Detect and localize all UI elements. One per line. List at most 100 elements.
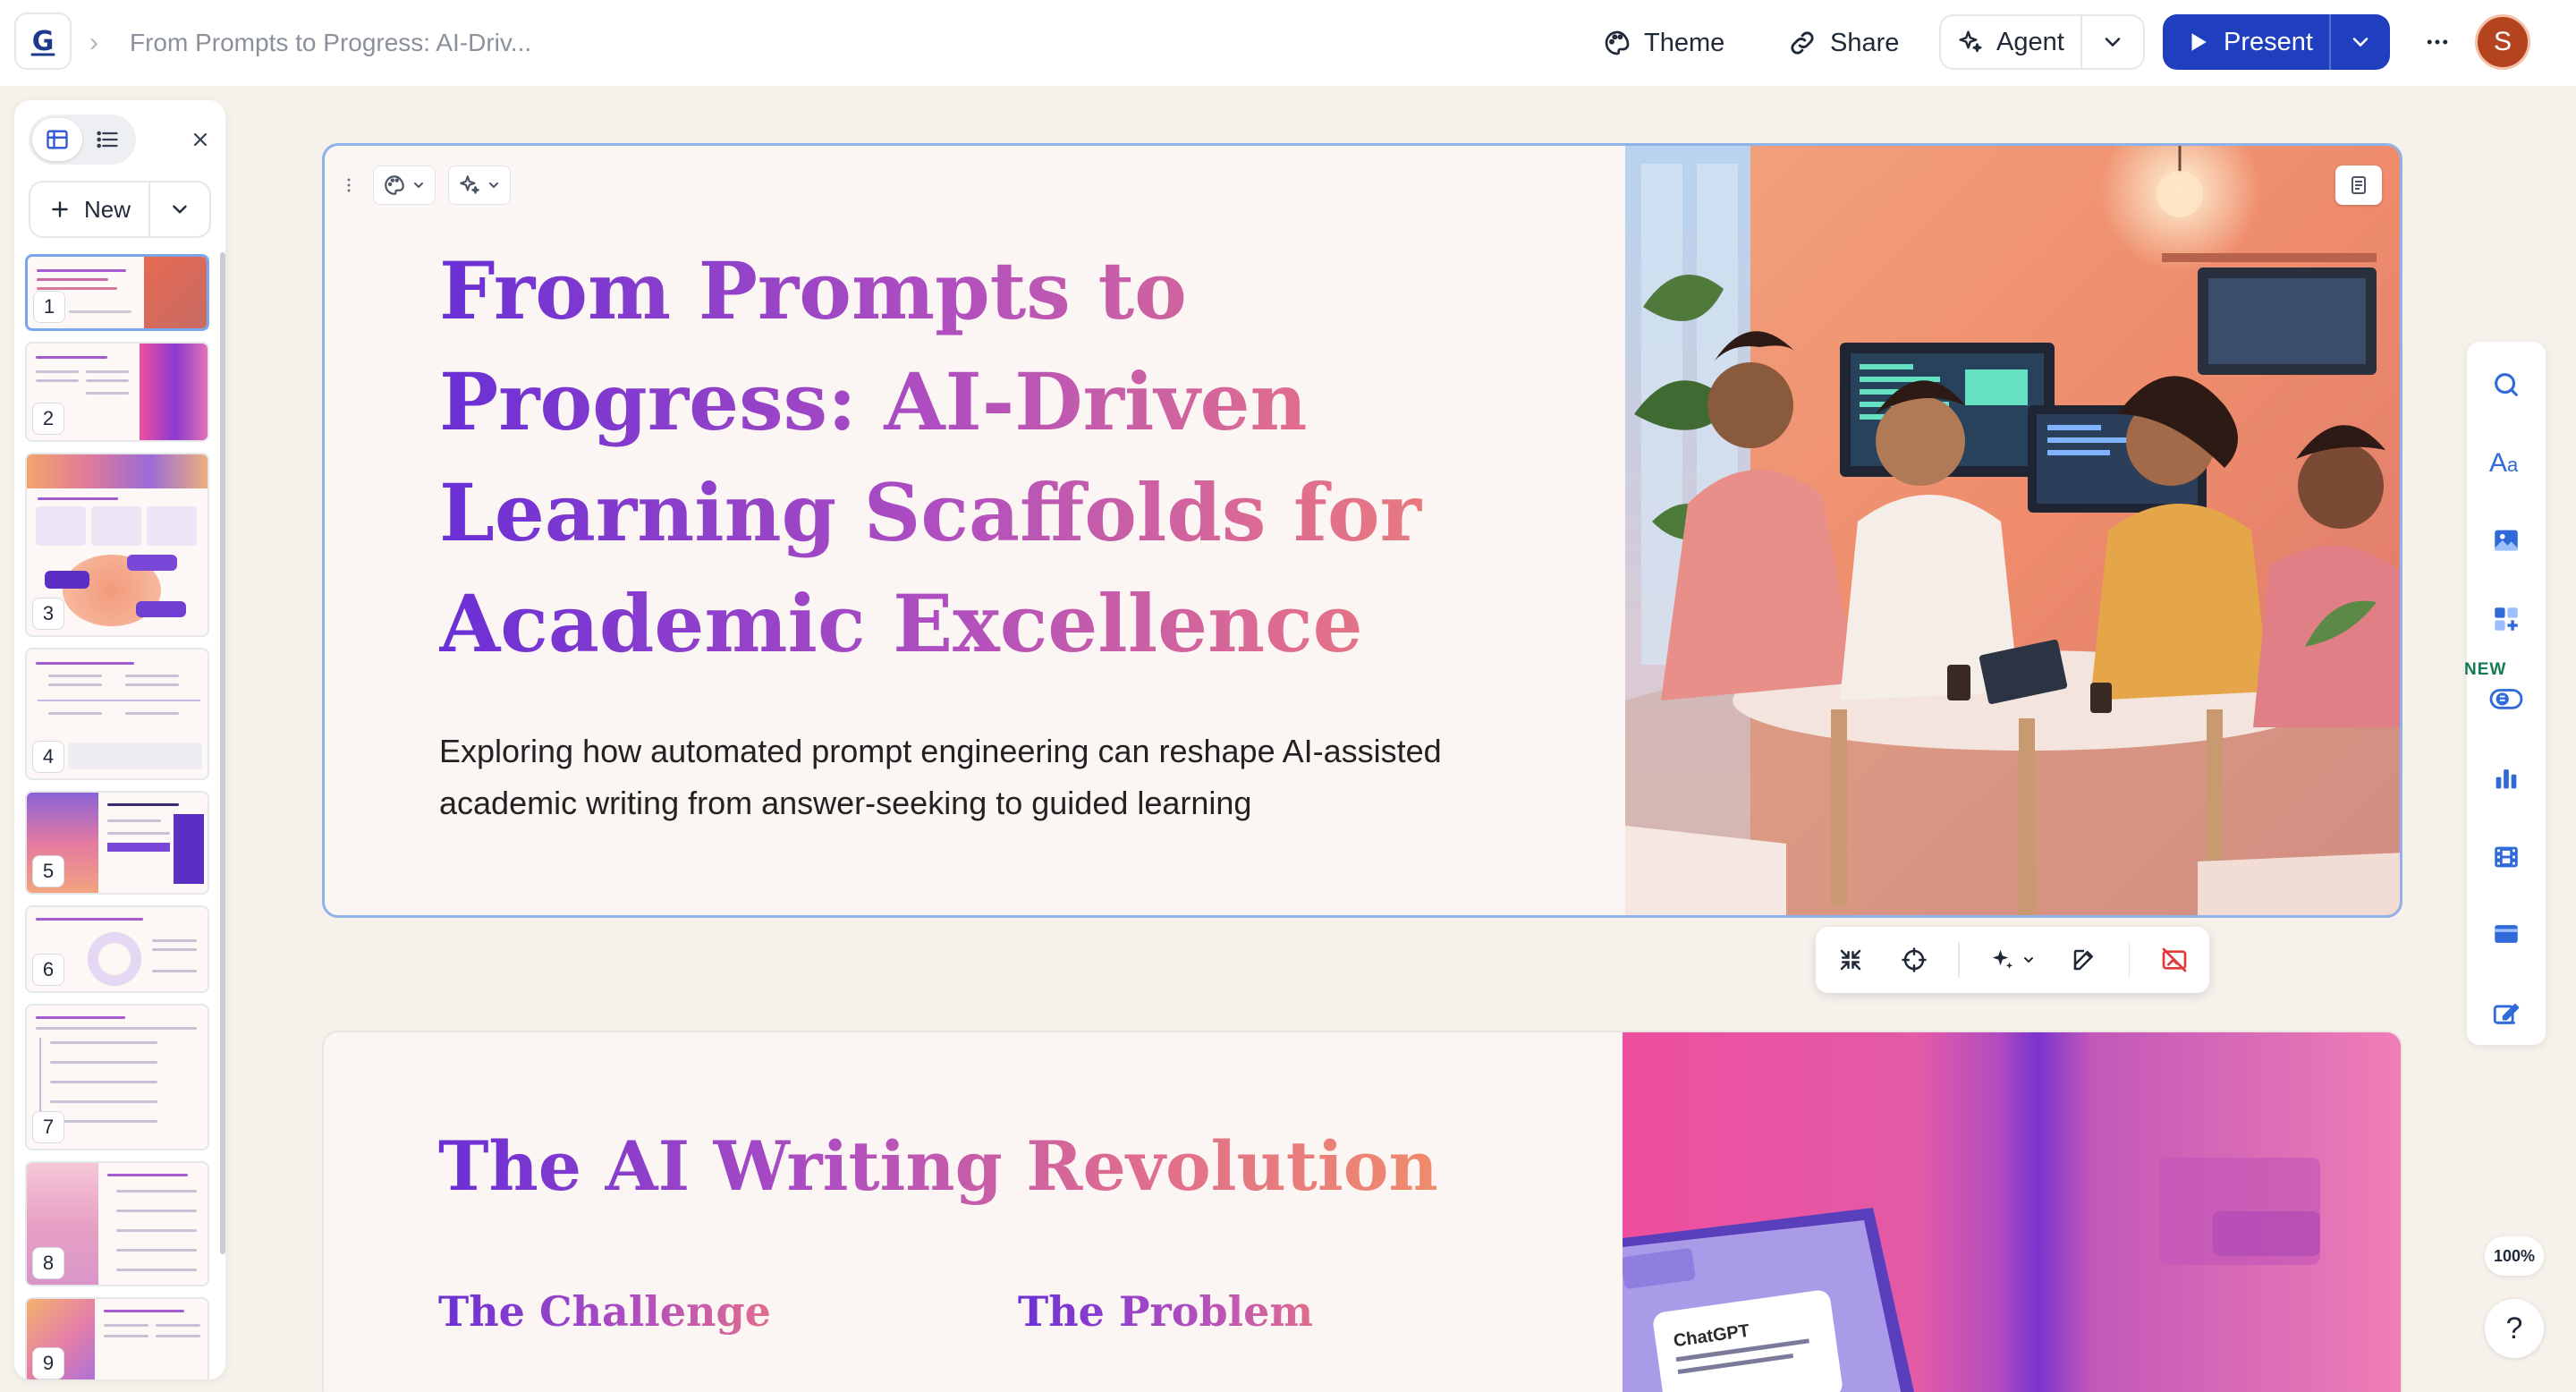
blocks-plus-icon (2495, 607, 2518, 631)
avatar[interactable]: S (2475, 14, 2530, 70)
theme-button[interactable]: Theme (1590, 20, 1737, 66)
toggle-feature-button[interactable] (2485, 676, 2528, 719)
slide-card-1[interactable]: From Prompts to Progress: AI-Driven Lear… (322, 143, 2402, 918)
slide-title[interactable]: From Prompts to Progress: AI-Driven Lear… (439, 235, 1584, 679)
chevron-down-icon (173, 205, 187, 214)
agent-dropdown[interactable] (2082, 16, 2143, 68)
chevron-down-icon (489, 182, 498, 189)
image-tool-button[interactable] (2485, 519, 2528, 562)
laptop-photo-illustration: ChatGPT (1623, 1032, 2401, 1392)
svg-text:a: a (2507, 454, 2519, 476)
search-tool-button[interactable] (2485, 363, 2528, 406)
text-styles-button[interactable]: Aa (2485, 440, 2528, 483)
slide-subtitle[interactable]: Exploring how automated prompt engineeri… (439, 726, 1539, 829)
svg-text:G: G (32, 26, 55, 57)
card-ai-button[interactable] (448, 166, 511, 205)
layout-tool-button[interactable] (2485, 912, 2528, 955)
edit-image-button[interactable] (2065, 940, 2104, 980)
slide-image[interactable] (1625, 146, 2400, 915)
toolbar-divider (1958, 942, 1961, 978)
focal-point-button[interactable] (1895, 940, 1934, 980)
gamma-logo-icon[interactable]: G (14, 13, 72, 70)
palette-icon (1605, 30, 1630, 55)
toggle-icon (2489, 689, 2523, 709)
panel-scrollbar[interactable] (220, 252, 225, 1254)
sparkle-icon (460, 175, 479, 194)
slide-image[interactable]: ChatGPT (1623, 1032, 2401, 1392)
play-icon (2191, 33, 2207, 51)
collapse-icon (1841, 949, 1861, 971)
agent-label: Agent (1996, 27, 2064, 56)
slide-number: 7 (32, 1111, 64, 1143)
slide-thumbnail[interactable]: 5 (25, 791, 209, 895)
agent-button[interactable]: Agent (1941, 16, 2082, 68)
chevron-down-icon (2352, 38, 2368, 47)
help-button[interactable]: ? (2485, 1299, 2544, 1358)
link-icon (1791, 31, 1814, 55)
list-view-button[interactable] (82, 118, 132, 161)
image-toolbar (1816, 927, 2209, 993)
slide-number: 1 (33, 291, 65, 323)
breadcrumb[interactable]: From Prompts to Progress: AI-Driv... (130, 27, 531, 59)
problem-heading[interactable]: The Problem (1018, 1285, 1313, 1338)
image-options-button[interactable] (2335, 166, 2382, 205)
palette-icon (385, 175, 404, 195)
slide-thumbnail[interactable]: 4 (25, 648, 209, 780)
toolbar-divider (2128, 942, 2131, 978)
tool-rail: Aa (2467, 342, 2546, 1045)
slide-title[interactable]: The AI Writing Revolution (438, 1122, 1438, 1211)
slide-thumbnail[interactable]: 6 (25, 905, 209, 993)
slide-thumbnail[interactable]: 1 (25, 254, 209, 331)
ai-image-button[interactable] (1985, 940, 2040, 980)
grid-view-button[interactable] (32, 118, 82, 161)
bar-chart-icon (2496, 769, 2517, 789)
present-label: Present (2224, 27, 2313, 56)
students-photo-illustration (1625, 146, 2400, 915)
chevron-down-icon (414, 182, 423, 189)
zoom-level[interactable]: 100% (2485, 1236, 2544, 1276)
slide-number: 5 (32, 855, 64, 887)
agent-button-group: Agent (1939, 14, 2145, 70)
slides-panel: New 1 2 3 4 5 6 7 8 9 (14, 100, 225, 1379)
slide-thumbnail[interactable]: 8 (25, 1161, 209, 1286)
new-slide-dropdown[interactable] (150, 182, 209, 236)
slide-thumbnail[interactable]: 7 (25, 1004, 209, 1150)
crosshair-icon (1902, 947, 1927, 972)
typography-icon: Aa (2489, 448, 2519, 477)
sparkle-icon (1992, 949, 2013, 969)
challenge-heading[interactable]: The Challenge (438, 1285, 771, 1338)
new-slide-group: New (29, 181, 211, 238)
grid-view-icon (47, 130, 68, 149)
slide-thumbnail[interactable]: 3 (25, 453, 209, 637)
remove-image-button[interactable] (2155, 940, 2193, 980)
breadcrumb-chevron-icon: › (89, 28, 98, 57)
slide-thumbnail[interactable]: 2 (25, 342, 209, 442)
svg-text:A: A (2489, 448, 2507, 477)
sparkle-icon (1959, 30, 1982, 53)
slide-number: 8 (32, 1247, 64, 1279)
chart-tool-button[interactable] (2485, 757, 2528, 800)
close-panel-button[interactable] (181, 120, 220, 159)
card-layout-icon (2495, 925, 2518, 943)
collapse-button[interactable] (1832, 940, 1870, 980)
chevron-down-icon (2105, 38, 2121, 47)
share-button[interactable]: Share (1775, 20, 1911, 66)
theme-label: Theme (1644, 28, 1725, 57)
drag-handle[interactable] (337, 166, 360, 205)
card-style-button[interactable] (373, 166, 436, 205)
present-dropdown[interactable] (2331, 14, 2390, 70)
drag-handle-icon (347, 178, 351, 192)
video-tool-button[interactable] (2485, 836, 2528, 878)
more-options-button[interactable] (2415, 20, 2460, 64)
top-bar: G › From Prompts to Progress: AI-Driv...… (0, 0, 2576, 86)
close-icon (193, 132, 208, 147)
new-slide-button[interactable]: New (30, 182, 151, 236)
slide-thumbnail[interactable]: 9 (25, 1297, 209, 1379)
slide-card-2[interactable]: The AI Writing Revolution The Challenge … (322, 1031, 2402, 1392)
edit-card-button[interactable] (2485, 991, 2528, 1034)
present-button[interactable]: Present (2163, 14, 2331, 70)
share-label: Share (1830, 28, 1900, 57)
add-blocks-button[interactable] (2485, 598, 2528, 641)
more-horizontal-icon (2427, 39, 2448, 45)
slide-number: 4 (32, 741, 64, 773)
